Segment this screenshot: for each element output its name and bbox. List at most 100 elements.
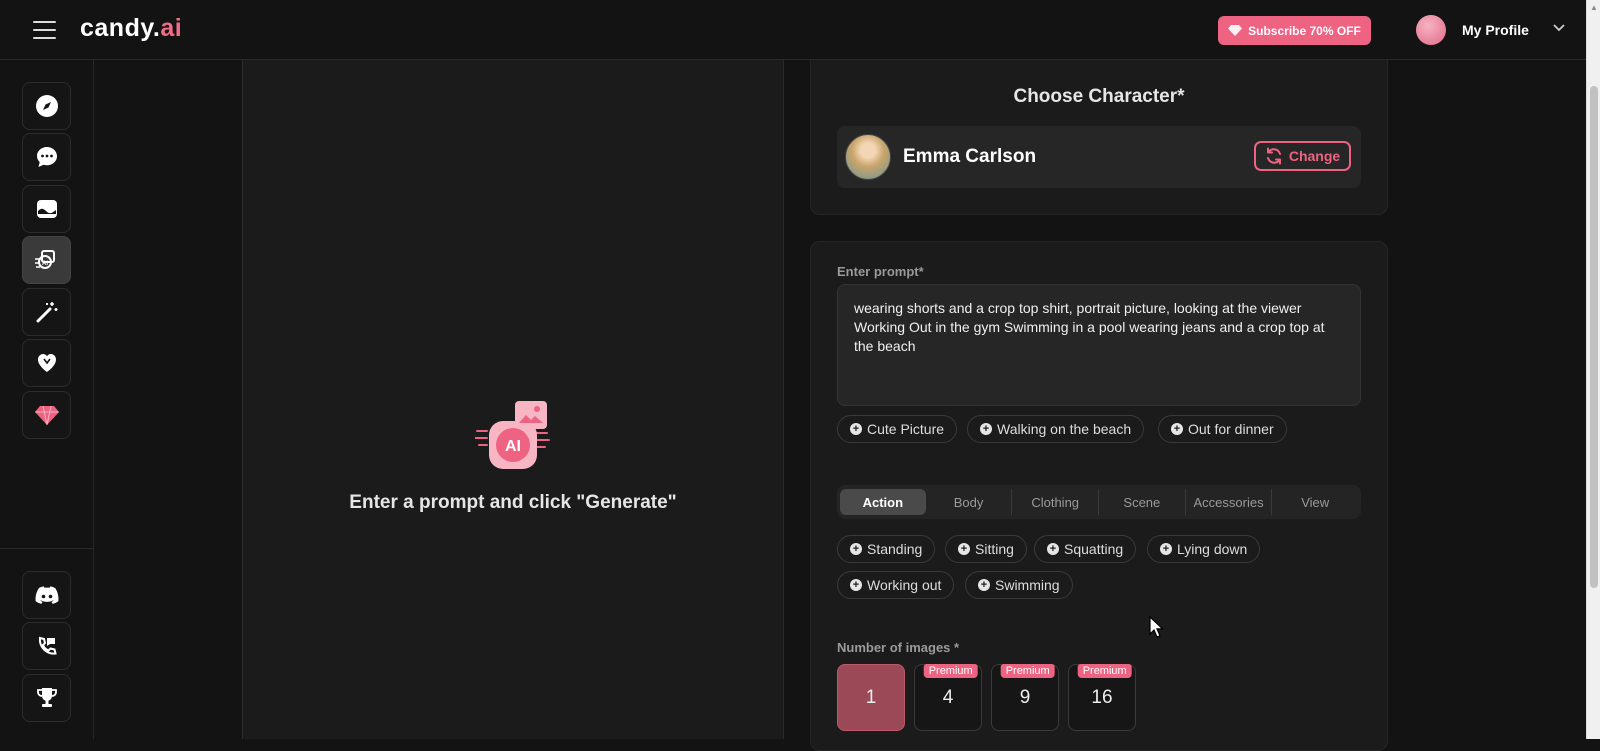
image-count-value: 1	[865, 686, 877, 708]
image-preview-panel: AI Enter a prompt and click "Generate"	[242, 60, 784, 739]
sidebar-item-premium[interactable]	[22, 391, 71, 439]
image-count-value: 16	[1091, 686, 1113, 708]
premium-badge: Premium	[923, 664, 978, 678]
page-scrollbar[interactable]: ▲	[1586, 0, 1600, 739]
chip-label: Standing	[867, 541, 923, 557]
plus-icon: +	[980, 423, 992, 435]
action-chip[interactable]: + Swimming	[965, 571, 1073, 599]
tab-clothing[interactable]: Clothing	[1012, 489, 1100, 515]
plus-icon: +	[850, 423, 862, 435]
diamond-icon	[34, 405, 59, 426]
ai-image-illustration: AI	[474, 399, 551, 476]
plus-icon: +	[850, 543, 862, 555]
tab-action[interactable]: Action	[840, 489, 926, 515]
logo-text: candy.	[80, 14, 161, 42]
empty-state-message: Enter a prompt and click "Generate"	[349, 492, 677, 513]
refresh-icon	[1266, 147, 1281, 165]
content-spacer	[94, 60, 242, 739]
character-name: Emma Carlson	[903, 146, 1037, 167]
tab-scene[interactable]: Scene	[1099, 489, 1186, 515]
mouse-cursor-icon	[1149, 615, 1165, 643]
action-chip[interactable]: + Squatting	[1034, 535, 1137, 563]
premium-badge: Premium	[1000, 664, 1055, 678]
prompt-input[interactable]: wearing shorts and a crop top shirt, por…	[837, 284, 1361, 406]
prompt-card: Enter prompt* wearing shorts and a crop …	[810, 241, 1388, 751]
number-of-images-label: Number of images *	[837, 640, 960, 655]
generate-image-icon: AI	[34, 250, 55, 269]
chip-label: Squatting	[1064, 541, 1124, 557]
sidebar-item-gallery[interactable]	[22, 185, 71, 233]
suggestion-chip[interactable]: + Walking on the beach	[967, 415, 1145, 443]
choose-character-title: Choose Character*	[1013, 86, 1185, 107]
tab-body[interactable]: Body	[926, 489, 1013, 515]
subscribe-label: Subscribe 70% OFF	[1248, 23, 1361, 38]
sidebar-item-support[interactable]	[22, 622, 71, 670]
change-label: Change	[1288, 148, 1341, 164]
top-bar: candy.ai Subscribe 70% OFF My Profile	[0, 0, 1586, 60]
sidebar-item-chat[interactable]	[22, 133, 71, 181]
image-count-option[interactable]: Premium 16	[1068, 664, 1136, 731]
plus-icon: +	[1047, 543, 1059, 555]
compass-icon	[35, 95, 58, 117]
sidebar-divider	[0, 548, 93, 549]
ai-illustration-label: AI	[505, 438, 521, 455]
right-spacer	[1388, 60, 1586, 739]
logo-accent: ai	[160, 14, 183, 42]
svg-text:AI: AI	[42, 261, 48, 267]
trophy-icon	[36, 688, 57, 707]
sidebar-item-generate[interactable]: AI	[22, 236, 71, 284]
suggestion-label: Out for dinner	[1188, 421, 1274, 437]
sidebar-item-favorites[interactable]	[22, 339, 71, 387]
plus-icon: +	[978, 579, 990, 591]
suggestion-chip[interactable]: + Cute Picture	[837, 415, 958, 443]
sidebar-item-magic[interactable]	[22, 288, 71, 336]
plus-icon: +	[850, 579, 862, 591]
suggestion-label: Cute Picture	[867, 421, 945, 437]
logo[interactable]: candy.ai	[80, 14, 182, 43]
chip-label: Sitting	[975, 541, 1014, 557]
action-chip[interactable]: + Sitting	[945, 535, 1027, 563]
image-count-option[interactable]: 1	[837, 664, 905, 731]
sidebar: AI	[0, 60, 94, 739]
image-count-value: 4	[942, 686, 954, 708]
action-chip[interactable]: + Working out	[837, 571, 955, 599]
image-count-value: 9	[1019, 686, 1031, 708]
selected-character: Emma Carlson Change	[837, 126, 1361, 188]
scrollbar-thumb[interactable]	[1590, 86, 1598, 588]
image-count-option[interactable]: Premium 4	[914, 664, 982, 731]
support-icon	[38, 636, 57, 655]
tab-accessories[interactable]: Accessories	[1186, 489, 1273, 515]
scroll-up-icon[interactable]: ▲	[1590, 3, 1598, 12]
tab-view[interactable]: View	[1272, 489, 1358, 515]
character-avatar	[845, 134, 891, 180]
magic-wand-icon	[36, 302, 57, 323]
heart-icon	[37, 354, 56, 372]
chat-icon	[36, 147, 57, 167]
profile-menu[interactable]: My Profile	[1462, 22, 1529, 38]
diamond-icon	[1228, 25, 1243, 36]
plus-icon: +	[1171, 423, 1183, 435]
category-tabs: Action Body Clothing Scene Accessories V…	[837, 485, 1361, 519]
chip-label: Swimming	[995, 577, 1060, 593]
suggestion-label: Walking on the beach	[997, 421, 1132, 437]
premium-badge: Premium	[1077, 664, 1132, 678]
sidebar-item-leaderboard[interactable]	[22, 674, 71, 722]
prompt-label: Enter prompt*	[837, 264, 924, 279]
action-chip[interactable]: + Lying down	[1147, 535, 1261, 563]
choose-character-card: Choose Character* Emma Carlson Change	[810, 60, 1388, 215]
plus-icon: +	[1160, 543, 1172, 555]
subscribe-button[interactable]: Subscribe 70% OFF	[1218, 16, 1371, 45]
menu-icon[interactable]	[33, 21, 56, 39]
action-chip[interactable]: + Standing	[837, 535, 936, 563]
change-character-button[interactable]: Change	[1254, 141, 1351, 171]
suggestion-chip[interactable]: + Out for dinner	[1158, 415, 1287, 443]
plus-icon: +	[958, 543, 970, 555]
chevron-down-icon[interactable]	[1553, 20, 1565, 35]
sidebar-item-explore[interactable]	[22, 82, 71, 130]
discord-icon	[35, 586, 58, 604]
gallery-icon	[36, 200, 57, 218]
sidebar-item-discord[interactable]	[22, 571, 71, 619]
avatar[interactable]	[1416, 15, 1446, 45]
chip-label: Lying down	[1177, 541, 1248, 557]
image-count-option[interactable]: Premium 9	[991, 664, 1059, 731]
